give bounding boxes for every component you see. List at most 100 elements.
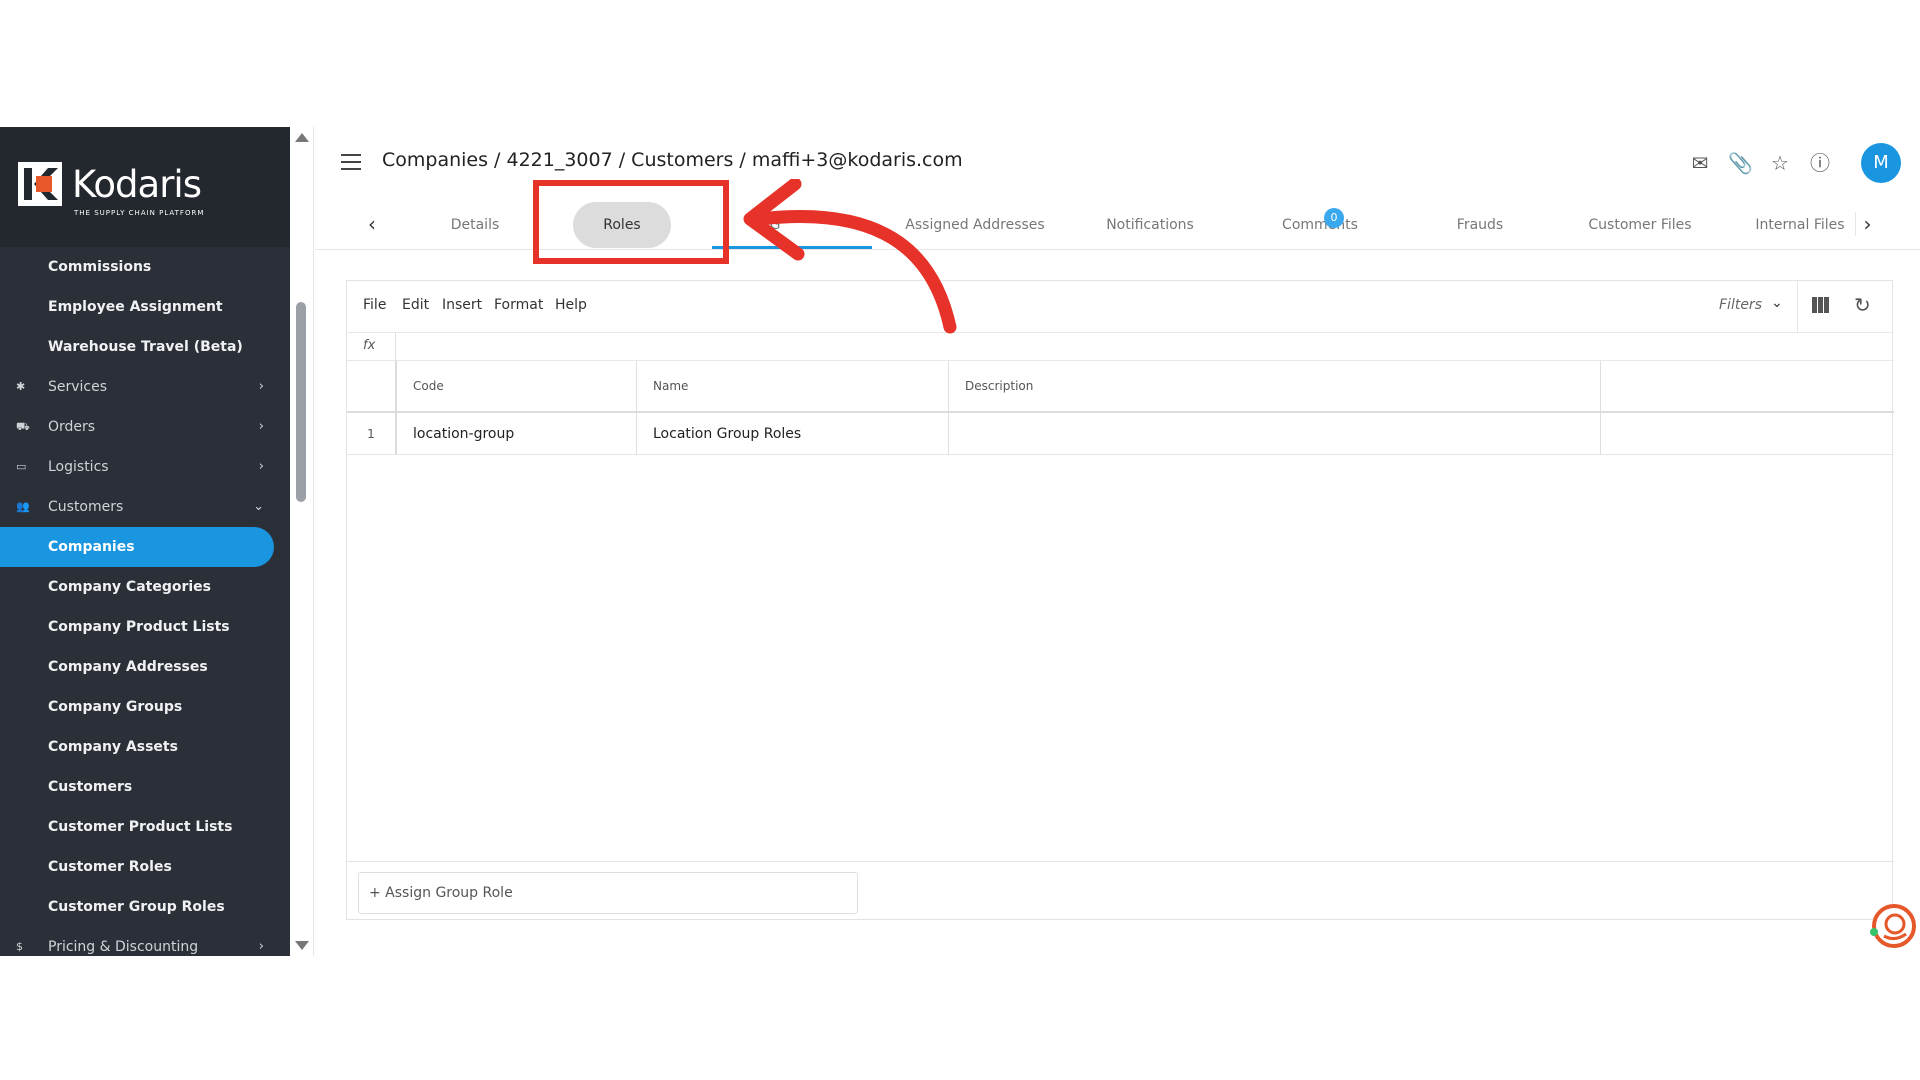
tab-frauds[interactable]: Frauds	[1405, 200, 1555, 250]
sidebar-item-company-assets[interactable]: Company Assets	[0, 727, 274, 767]
sidebar-item-employee-assignment[interactable]: Employee Assignment	[0, 287, 274, 327]
formula-bar[interactable]: fx	[347, 333, 1894, 361]
sidebar-item-company-addresses[interactable]: Company Addresses	[0, 647, 274, 687]
sidebar-item-company-groups[interactable]: Company Groups	[0, 687, 274, 727]
menu-icon[interactable]	[341, 154, 361, 170]
sidebar-item-commissions[interactable]: Commissions	[0, 247, 274, 287]
sidebar-item-customer-group-roles[interactable]: Customer Group Roles	[0, 887, 274, 927]
breadcrumb[interactable]: Companies / 4221_3007 / Customers / maff…	[382, 149, 963, 171]
sidebar-item-label: Orders	[48, 419, 96, 435]
sidebar-item-label: Commissions	[48, 259, 152, 275]
menu-file[interactable]: File	[363, 297, 386, 313]
logo-tagline: THE SUPPLY CHAIN PLATFORM	[74, 209, 205, 217]
formula-icon: fx	[363, 338, 376, 353]
spreadsheet-grid: File Edit Insert Format Help Filters ⌄ ↻…	[346, 280, 1894, 921]
tab-details[interactable]: Details	[410, 200, 540, 250]
column-header-name[interactable]: Name	[637, 361, 949, 411]
menu-format[interactable]: Format	[494, 297, 543, 313]
cell-code[interactable]: location-group	[397, 413, 637, 455]
sidebar-item-warehouse-travel[interactable]: Warehouse Travel (Beta)	[0, 327, 274, 367]
mail-icon[interactable]: ✉	[1688, 151, 1712, 175]
filters-dropdown[interactable]: Filters	[1719, 297, 1762, 313]
dollar-icon: $	[16, 940, 23, 953]
help-icon[interactable]: ⓘ	[1808, 151, 1832, 175]
chevron-right-icon: ›	[258, 379, 264, 394]
avatar[interactable]: M	[1861, 143, 1901, 183]
sidebar-item-label: Logistics	[48, 459, 109, 475]
chevron-down-icon: ⌄	[253, 499, 264, 514]
sidebar-item-company-categories[interactable]: Company Categories	[0, 567, 274, 607]
chat-support-icon[interactable]	[1868, 902, 1916, 950]
truck-icon: ⛟	[16, 420, 30, 433]
sidebar-item-pricing-discounting[interactable]: $ Pricing & Discounting ›	[0, 927, 274, 956]
sidebar-item-label: Customer Product Lists	[48, 819, 233, 835]
menu-edit[interactable]: Edit	[402, 297, 429, 313]
sidebar-item-companies[interactable]: Companies	[0, 527, 274, 567]
app-window: Kodaris THE SUPPLY CHAIN PLATFORM Commis…	[0, 127, 1920, 956]
sidebar-item-logistics[interactable]: ▭ Logistics ›	[0, 447, 274, 487]
sidebar-item-label: Customers	[48, 499, 124, 515]
row-number: 1	[347, 413, 397, 455]
sidebar-item-label: Company Categories	[48, 579, 211, 595]
refresh-icon[interactable]: ↻	[1854, 293, 1871, 317]
logo-wordmark: Kodaris	[72, 163, 202, 206]
sidebar-item-label: Company Assets	[48, 739, 178, 755]
column-header-description[interactable]: Description	[949, 361, 1601, 411]
star-icon[interactable]: ☆	[1768, 151, 1792, 175]
sidebar-item-label: Customer Roles	[48, 859, 172, 875]
highlight-box	[533, 180, 729, 264]
sidebar-nav: Commissions Employee Assignment Warehous…	[0, 247, 290, 956]
chevron-right-icon[interactable]: ›	[1855, 212, 1879, 236]
row-number-header	[347, 361, 397, 411]
cell-name[interactable]: Location Group Roles	[637, 413, 949, 455]
sidebar: Kodaris THE SUPPLY CHAIN PLATFORM Commis…	[0, 127, 290, 956]
sidebar-item-label: Pricing & Discounting	[48, 939, 199, 955]
sidebar-item-label: Customers	[48, 779, 133, 795]
table-row[interactable]: 1 location-group Location Group Roles	[347, 413, 1894, 455]
sidebar-item-services[interactable]: ✱ Services ›	[0, 367, 274, 407]
logo[interactable]: Kodaris THE SUPPLY CHAIN PLATFORM	[0, 127, 290, 247]
chevron-left-icon[interactable]: ‹	[360, 212, 384, 236]
grid-menubar: File Edit Insert Format Help Filters ⌄ ↻	[347, 281, 1894, 333]
tab-comments[interactable]: Comments	[1245, 200, 1395, 250]
tab-customer-files[interactable]: Customer Files	[1565, 200, 1715, 250]
sidebar-item-customers[interactable]: 👥 Customers ⌄	[0, 487, 274, 527]
annotation-arrow-icon	[743, 179, 957, 334]
sidebar-item-label: Employee Assignment	[48, 299, 223, 315]
chevron-down-icon[interactable]: ⌄	[1771, 295, 1783, 311]
tab-internal-files[interactable]: Internal Files	[1725, 200, 1875, 250]
attachment-icon[interactable]: 📎	[1728, 151, 1753, 175]
scroll-up-arrow-icon[interactable]	[295, 133, 309, 142]
menu-help[interactable]: Help	[555, 297, 587, 313]
sidebar-item-customer-roles[interactable]: Customer Roles	[0, 847, 274, 887]
chevron-right-icon: ›	[258, 459, 264, 474]
assign-group-role-button[interactable]: + Assign Group Role	[358, 872, 858, 914]
sidebar-item-label: Company Product Lists	[48, 619, 230, 635]
sidebar-item-label: Services	[48, 379, 108, 395]
chevron-right-icon: ›	[258, 939, 264, 954]
divider	[1797, 281, 1798, 333]
sidebar-item-orders[interactable]: ⛟ Orders ›	[0, 407, 274, 447]
scrollbar-thumb[interactable]	[296, 302, 306, 502]
menu-insert[interactable]: Insert	[442, 297, 482, 313]
sidebar-item-company-product-lists[interactable]: Company Product Lists	[0, 607, 274, 647]
scroll-down-arrow-icon[interactable]	[295, 941, 309, 950]
sidebar-item-label: Company Addresses	[48, 659, 208, 675]
columns-icon[interactable]	[1812, 297, 1832, 315]
sidebar-item-label: Company Groups	[48, 699, 183, 715]
column-header-code[interactable]: Code	[397, 361, 637, 411]
sidebar-item-label: Warehouse Travel (Beta)	[48, 339, 243, 355]
shipping-icon: ▭	[16, 460, 27, 473]
sidebar-scrollbar[interactable]	[290, 127, 314, 956]
sidebar-item-customer-product-lists[interactable]: Customer Product Lists	[0, 807, 274, 847]
grid-footer: + Assign Group Role	[347, 861, 1894, 921]
users-icon: 👥	[16, 500, 30, 513]
kodaris-logo-icon	[18, 162, 62, 206]
sidebar-item-label: Customer Group Roles	[48, 899, 225, 915]
cell-description[interactable]	[949, 413, 1601, 455]
sidebar-item-label: Companies	[48, 539, 135, 555]
tab-notifications[interactable]: Notifications	[1075, 200, 1225, 250]
comments-count-badge: 0	[1324, 208, 1344, 228]
services-icon: ✱	[16, 380, 26, 393]
sidebar-item-customers-list[interactable]: Customers	[0, 767, 274, 807]
